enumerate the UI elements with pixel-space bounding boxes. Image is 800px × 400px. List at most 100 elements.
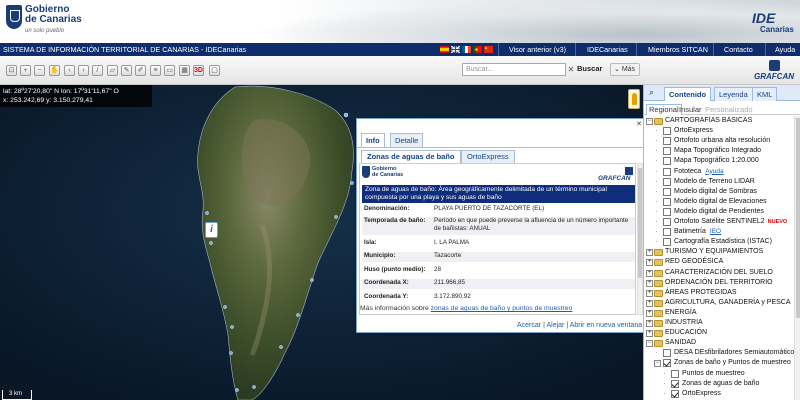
expand-toggle-icon[interactable]: + — [646, 330, 653, 338]
layer-checkbox[interactable] — [663, 137, 671, 146]
expand-toggle-icon[interactable]: − — [646, 118, 653, 125]
tree-layer[interactable]: · Fototeca Ayuda — [654, 167, 794, 177]
zoom-in-icon[interactable]: + — [20, 65, 31, 76]
tree-layer[interactable]: · Modelo digital de Elevaciones — [654, 197, 794, 207]
logo-line2[interactable]: de Canarias — [25, 15, 82, 25]
layer-checkbox[interactable] — [663, 207, 671, 216]
panel-scrollbar[interactable] — [794, 116, 800, 400]
expand-toggle-icon[interactable]: + — [646, 289, 653, 297]
layer-checkbox[interactable] — [663, 127, 671, 136]
forward-icon[interactable]: › — [78, 65, 89, 76]
open-new-window-link[interactable]: Abrir en nueva ventana — [570, 322, 642, 329]
layer-checkbox[interactable] — [663, 187, 671, 196]
tree-layer[interactable]: · Mapa Topográfico 1:20.000 — [654, 156, 794, 166]
search-button[interactable]: Buscar — [577, 64, 602, 73]
tree-layer[interactable]: · Modelo de Terreno LIDAR — [654, 177, 794, 187]
tree-folder[interactable]: + CARACTERIZACIÓN DEL SUELO — [646, 268, 794, 278]
street-view-pegman-icon[interactable] — [628, 89, 640, 109]
window-icon[interactable]: ▢ — [209, 65, 220, 76]
grid-icon[interactable]: ▦ — [179, 65, 190, 76]
help-link[interactable]: Ayuda — [705, 168, 723, 175]
more-info-link[interactable]: zonas de aguas de baño y puntos de muest… — [431, 305, 573, 312]
tab-regional[interactable]: Regional — [646, 104, 682, 115]
layers-icon[interactable]: ≡ — [150, 65, 161, 76]
tree-layer[interactable]: · Ortofoto urbana alta resolución — [654, 136, 794, 146]
tree-folder[interactable]: + ÁREAS PROTEGIDAS — [646, 288, 794, 298]
grafcan-logo[interactable]: GRAFCAN — [754, 60, 796, 82]
gb-flag-icon[interactable] — [451, 46, 460, 53]
expand-toggle-icon[interactable]: + — [646, 249, 653, 257]
fr-flag-icon[interactable] — [462, 46, 471, 53]
tab-info[interactable]: Info — [361, 133, 385, 147]
nav-link-ayuda[interactable]: Ayuda — [775, 45, 795, 54]
tree-folder[interactable]: + ORDENACIÓN DEL TERRITORIO — [646, 278, 794, 288]
layer-checkbox[interactable] — [671, 369, 679, 378]
back-icon[interactable]: ‹ — [64, 65, 75, 76]
tree-layer[interactable]: · OrtoExpress — [662, 389, 794, 399]
tree-folder[interactable]: + INDUSTRIA — [646, 318, 794, 328]
measure-line-icon[interactable]: / — [92, 65, 103, 76]
tree-folder[interactable]: + RED GEODÉSICA — [646, 257, 794, 267]
expand-toggle-icon[interactable]: + — [646, 279, 653, 287]
tree-layer[interactable]: · Modelo digital de Sombras — [654, 187, 794, 197]
layer-checkbox[interactable] — [671, 389, 679, 398]
expand-toggle-icon[interactable]: − — [646, 340, 653, 348]
layer-checkbox[interactable] — [663, 147, 671, 156]
expand-toggle-icon[interactable]: + — [646, 259, 653, 267]
more-button[interactable]: ⌄ Más — [610, 63, 640, 76]
layer-checkbox[interactable] — [663, 228, 671, 237]
tab-personalizado[interactable]: Personalizado — [705, 105, 753, 115]
layer-checkbox[interactable] — [663, 359, 671, 368]
gobierno-canarias-shield-icon[interactable] — [6, 5, 22, 29]
tree-folder[interactable]: − SANIDAD — [646, 338, 794, 348]
tab-kml[interactable]: KML — [752, 87, 778, 101]
print-icon[interactable]: ▭ — [164, 65, 175, 76]
nav-link-idecanarias[interactable]: IDECanarias — [587, 45, 628, 54]
tree-layer[interactable]: · Cartografía Estadística (ISTAC) — [654, 237, 794, 247]
layer-checkbox[interactable] — [663, 349, 671, 358]
layer-checkbox[interactable] — [663, 218, 671, 226]
nav-link-visor-anterior[interactable]: Visor anterior (v3) — [509, 45, 566, 54]
3d-icon[interactable]: 3D — [193, 65, 204, 76]
measure-area-icon[interactable]: ▱ — [107, 65, 118, 76]
tree-folder[interactable]: + TURISMO Y EQUIPAMIENTOS — [646, 247, 794, 257]
expand-toggle-icon[interactable]: + — [646, 299, 653, 307]
scrollbar-thumb[interactable] — [638, 168, 642, 278]
tree-layer[interactable]: · Puntos de muestreo — [662, 369, 794, 379]
edit-icon[interactable]: ✐ — [135, 65, 146, 76]
tree-layer[interactable]: · Zonas de aguas de baño — [662, 379, 794, 389]
tab-insular[interactable]: Insular — [679, 105, 702, 115]
draw-icon[interactable]: ✎ — [121, 65, 132, 76]
zoom-extent-icon[interactable]: ⊡ — [6, 65, 17, 76]
cn-flag-icon[interactable] — [484, 46, 493, 53]
expand-toggle-icon[interactable]: + — [646, 269, 653, 277]
layer-checkbox[interactable] — [663, 177, 671, 186]
zoom-out-link[interactable]: Alejar — [546, 322, 564, 329]
tree-folder[interactable]: + ENERGÍA — [646, 308, 794, 318]
scrollbar-thumb[interactable] — [796, 118, 800, 318]
expand-toggle-icon[interactable]: − — [654, 360, 661, 368]
layer-checkbox[interactable] — [663, 157, 671, 166]
tree-folder[interactable]: − CARTOGRAFÍAS BÁSICAS — [646, 116, 794, 126]
expand-toggle-icon[interactable]: + — [646, 309, 653, 317]
hand-icon[interactable]: ✋ — [49, 65, 60, 76]
tree-folder[interactable]: + EDUCACIÓN — [646, 328, 794, 338]
nav-link-contacto[interactable]: Contacto — [724, 45, 753, 54]
tab-contenido[interactable]: Contenido — [664, 87, 712, 101]
expand-toggle-icon[interactable]: + — [646, 320, 653, 327]
tree-layer[interactable]: · Mapa Topográfico Integrado — [654, 146, 794, 156]
tree-layer[interactable]: · OrtoExpress — [654, 126, 794, 136]
search-icon[interactable]: ⌕ — [649, 88, 659, 98]
nav-link-miembros-sitcan[interactable]: Miembros SITCAN — [648, 45, 708, 54]
search-input[interactable] — [462, 63, 566, 76]
tab-detalle[interactable]: Detalle — [390, 133, 424, 147]
ieo-link[interactable]: IEO — [710, 228, 721, 235]
tree-layer[interactable]: · Batimetría IEO — [654, 227, 794, 237]
tree-layer[interactable]: · DESA DEsfibriladores Semiautomáticos y … — [654, 348, 794, 358]
ide-canarias-logo[interactable]: IDE Canarias — [752, 6, 796, 36]
zoom-in-link[interactable]: Acercar — [517, 322, 541, 329]
zoom-out-icon[interactable]: − — [34, 65, 45, 76]
tree-layer[interactable]: · Modelo digital de Pendientes — [654, 207, 794, 217]
pt-flag-icon[interactable] — [473, 46, 482, 53]
layer-checkbox[interactable] — [663, 167, 671, 176]
